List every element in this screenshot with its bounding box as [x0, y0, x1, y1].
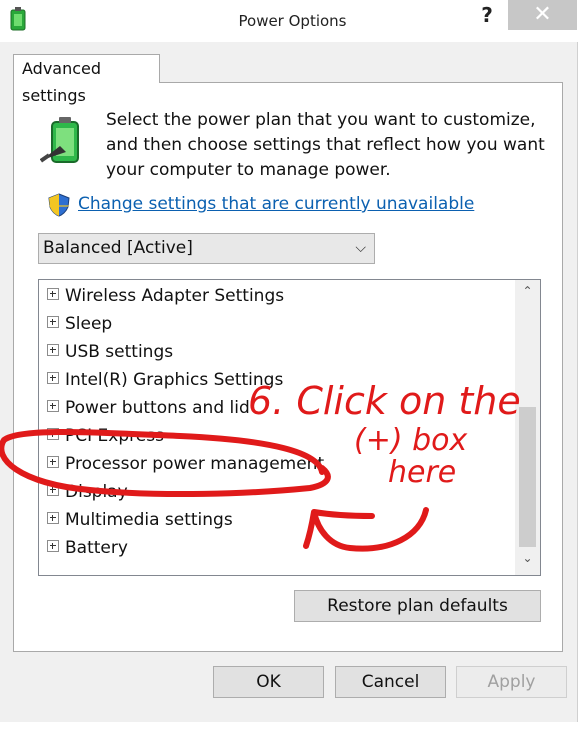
vertical-scrollbar[interactable]: ⌃ ⌄: [515, 280, 540, 575]
tree-item[interactable]: PCI Express: [47, 423, 164, 449]
tree-item[interactable]: Power buttons and lid: [47, 395, 250, 421]
close-button[interactable]: ✕: [508, 0, 577, 30]
tree-item[interactable]: Processor power management: [47, 451, 324, 477]
tree-item[interactable]: Battery: [47, 535, 128, 561]
tree-item[interactable]: Sleep: [47, 311, 112, 337]
help-button[interactable]: ?: [470, 0, 504, 32]
tree-item-label: Battery: [65, 538, 128, 558]
expand-plus-icon[interactable]: [47, 484, 59, 496]
intro-text: Select the power plan that you want to c…: [106, 110, 545, 180]
tree-item-label: Wireless Adapter Settings: [65, 286, 285, 306]
uac-shield-icon: [48, 193, 70, 217]
tree-item[interactable]: Intel(R) Graphics Settings: [47, 367, 283, 393]
battery-plug-icon: [40, 117, 79, 163]
tree-item-label: Display: [65, 482, 128, 502]
tree-item-label: Intel(R) Graphics Settings: [65, 370, 284, 390]
tree-item[interactable]: Multimedia settings: [47, 507, 233, 533]
tree-item-label: PCI Express: [65, 426, 164, 446]
expand-plus-icon[interactable]: [47, 540, 59, 552]
expand-plus-icon[interactable]: [47, 344, 59, 356]
expand-plus-icon[interactable]: [47, 316, 59, 328]
ok-button[interactable]: OK: [213, 666, 324, 698]
expand-plus-icon[interactable]: [47, 512, 59, 524]
expand-plus-icon[interactable]: [47, 428, 59, 440]
scroll-up-icon[interactable]: ⌃: [515, 284, 540, 304]
scroll-down-icon[interactable]: ⌄: [515, 551, 540, 571]
tab-advanced-settings[interactable]: Advanced settings: [13, 54, 160, 105]
restore-plan-defaults-button[interactable]: Restore plan defaults: [294, 590, 541, 622]
tree-item-label: Sleep: [65, 314, 113, 334]
expand-plus-icon[interactable]: [47, 456, 59, 468]
tree-item[interactable]: Display: [47, 479, 128, 505]
chevron-down-icon: ⌵: [355, 240, 366, 256]
expand-plus-icon[interactable]: [47, 372, 59, 384]
settings-tree[interactable]: Wireless Adapter Settings Sleep USB settin…: [38, 279, 541, 576]
expand-plus-icon[interactable]: [47, 400, 59, 412]
tree-item-label: USB settings: [65, 342, 174, 362]
tree-item-label: Multimedia settings: [65, 510, 233, 530]
apply-button[interactable]: Apply: [456, 666, 567, 698]
expand-plus-icon[interactable]: [47, 288, 59, 300]
tree-item-label: Power buttons and lid: [65, 398, 250, 418]
scroll-thumb[interactable]: [519, 407, 536, 547]
tree-item[interactable]: Wireless Adapter Settings: [47, 283, 284, 309]
tree-item-label: Processor power management: [65, 454, 325, 474]
change-settings-link[interactable]: Change settings that are currently unava…: [78, 194, 474, 214]
tree-item[interactable]: USB settings: [47, 339, 173, 365]
power-plan-value: Balanced [Active]: [43, 238, 193, 258]
title-bar: Power Options ? ✕: [0, 0, 585, 42]
power-plan-dropdown[interactable]: Balanced [Active] ⌵: [38, 233, 375, 264]
cancel-button[interactable]: Cancel: [335, 666, 446, 698]
